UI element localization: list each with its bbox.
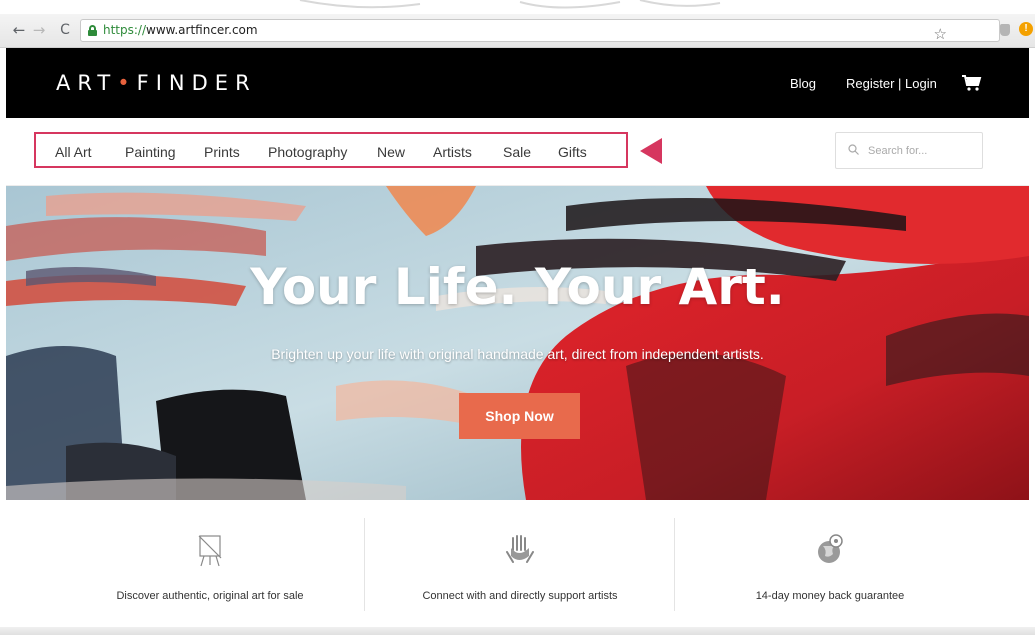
feature-guarantee: 14-day money back guarantee [674,500,986,620]
url-scheme: https:// [103,23,147,37]
browser-toolbar: ← → C https://www.artfincer.com ☆ ! [0,14,1035,48]
nav-item-photography[interactable]: Photography [268,144,347,160]
hero-subtitle: Brighten up your life with original hand… [271,346,764,362]
logo-dot: • [117,71,137,95]
easel-icon [198,535,222,567]
feature-caption-connect: Connect with and directly support artist… [422,590,618,602]
lock-icon [88,25,97,36]
url-text[interactable]: https://www.artfincer.com [103,23,258,37]
search-box[interactable] [835,132,983,169]
hero-banner: Your Life. Your Art. Brighten up your li… [6,186,1029,500]
nav-item-all-art[interactable]: All Art [55,144,92,160]
logo-word-art: ART [56,71,118,95]
category-nav-bar: All Art Painting Prints Photography New … [6,118,1029,186]
register-login-link[interactable]: Register | Login [846,76,937,91]
search-input[interactable] [868,141,978,161]
cart-icon[interactable] [962,75,982,91]
alert-extension-icon[interactable]: ! [1019,22,1033,36]
nav-item-prints[interactable]: Prints [204,144,240,160]
artfinder-logo[interactable]: ART•FINDER [56,71,257,95]
nav-item-painting[interactable]: Painting [125,144,176,160]
bookmark-star-icon[interactable]: ☆ [934,25,947,43]
shop-now-button[interactable]: Shop Now [459,393,580,439]
url-host: www.artfincer.com [146,23,258,37]
nav-item-new[interactable]: New [377,144,405,160]
back-arrow-icon[interactable]: ← [10,21,28,39]
search-icon [848,144,859,155]
annotation-arrow-icon [640,138,662,164]
blog-link[interactable]: Blog [790,76,816,91]
site-header: ART•FINDER Blog Register | Login [6,48,1029,118]
logo-word-finder: FINDER [136,71,257,95]
nav-item-sale[interactable]: Sale [503,144,531,160]
reload-icon[interactable]: C [56,21,74,39]
feature-caption-discover: Discover authentic, original art for sal… [116,590,304,602]
category-nav: All Art Painting Prints Photography New … [34,132,628,168]
top-decorative-strip [0,0,1035,14]
features-section: Discover authentic, original art for sal… [6,500,1029,635]
globe-icon [818,534,843,563]
feature-discover: Discover authentic, original art for sal… [54,500,366,620]
nav-item-artists[interactable]: Artists [433,144,472,160]
hero-title: Your Life. Your Art. [250,258,785,316]
hands-icon [506,535,534,563]
forward-arrow-icon[interactable]: → [30,21,48,39]
address-bar[interactable]: https://www.artfincer.com ☆ [80,19,1000,43]
hero-painting-image [6,186,1029,500]
sketch-lines [299,0,721,9]
feature-caption-guarantee: 14-day money back guarantee [755,590,905,602]
feature-connect: Connect with and directly support artist… [364,500,676,620]
bottom-edge [0,627,1035,635]
nav-item-gifts[interactable]: Gifts [558,144,587,160]
extension-icon[interactable] [1000,24,1010,36]
